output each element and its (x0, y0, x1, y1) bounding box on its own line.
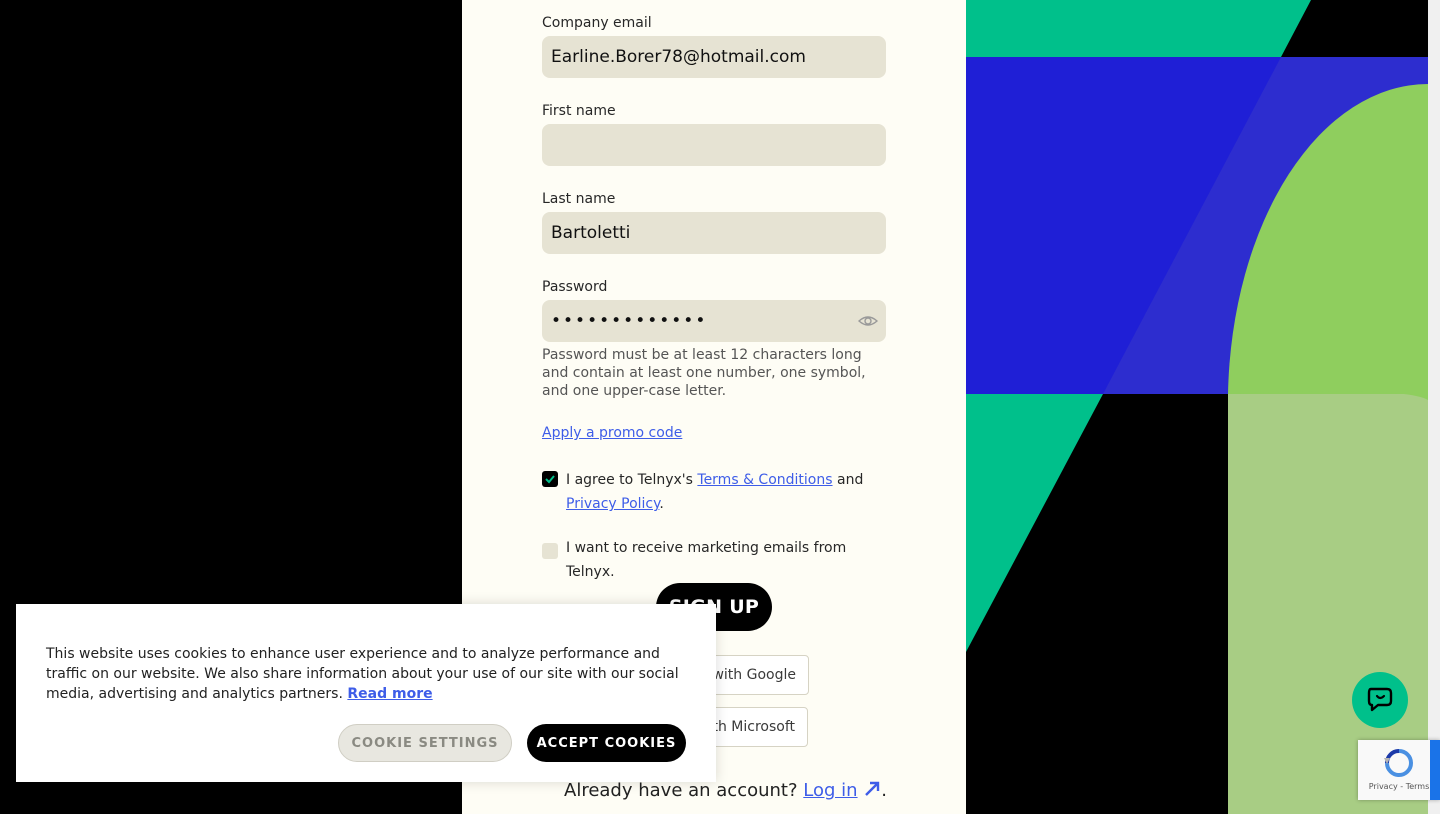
login-link[interactable]: Log in (803, 780, 857, 801)
login-suffix: . (881, 780, 888, 801)
google-button-label: with Google (712, 667, 796, 683)
recaptcha-logo-icon (1384, 749, 1413, 777)
cookie-banner: This website uses cookies to enhance use… (16, 604, 716, 782)
login-prompt-text: Already have an account? (564, 780, 798, 801)
terms-link[interactable]: Terms & Conditions (697, 472, 832, 488)
password-label: Password (542, 279, 608, 295)
first-name-label: First name (542, 103, 616, 119)
password-value: ••••••••••••• (551, 311, 708, 331)
check-icon (545, 475, 555, 484)
email-field[interactable]: Earline.Borer78@hotmail.com (542, 36, 886, 78)
cookie-text-block: This website uses cookies to enhance use… (46, 644, 696, 704)
password-field[interactable]: ••••••••••••• (542, 300, 886, 342)
read-more-link[interactable]: Read more (347, 686, 432, 702)
privacy-link[interactable]: Privacy Policy (566, 496, 659, 512)
terms-suffix: . (659, 496, 664, 512)
recaptcha-badge[interactable]: Privacy - Terms (1358, 740, 1440, 800)
scrollbar[interactable] (1428, 0, 1440, 814)
terms-text: I agree to Telnyx's Terms & Conditions a… (566, 468, 886, 516)
recaptcha-tab[interactable] (1430, 740, 1440, 800)
marketing-label: I want to receive marketing emails from … (566, 540, 847, 580)
email-label: Company email (542, 15, 652, 31)
login-prompt: Already have an account? Log in . (564, 780, 887, 801)
chat-bubble-icon (1367, 687, 1393, 712)
last-name-label: Last name (542, 191, 616, 207)
email-value: Earline.Borer78@hotmail.com (551, 47, 806, 67)
marketing-checkbox[interactable] (542, 543, 558, 559)
first-name-field[interactable] (542, 124, 886, 166)
accept-cookies-button[interactable]: ACCEPT COOKIES (527, 724, 686, 762)
cookie-settings-button[interactable]: COOKIE SETTINGS (338, 724, 512, 762)
last-name-field[interactable]: Bartoletti (542, 212, 886, 254)
chat-button[interactable] (1352, 672, 1408, 728)
arrow-up-right-icon[interactable] (863, 780, 881, 798)
recaptcha-links[interactable]: Privacy - Terms (1369, 782, 1430, 791)
terms-prefix: I agree to Telnyx's (566, 472, 698, 488)
last-name-value: Bartoletti (551, 223, 631, 243)
terms-and: and (832, 472, 864, 488)
password-hint: Password must be at least 12 characters … (542, 347, 866, 399)
terms-checkbox[interactable] (542, 471, 558, 487)
eye-icon[interactable] (857, 312, 879, 330)
promo-code-link[interactable]: Apply a promo code (542, 425, 682, 441)
